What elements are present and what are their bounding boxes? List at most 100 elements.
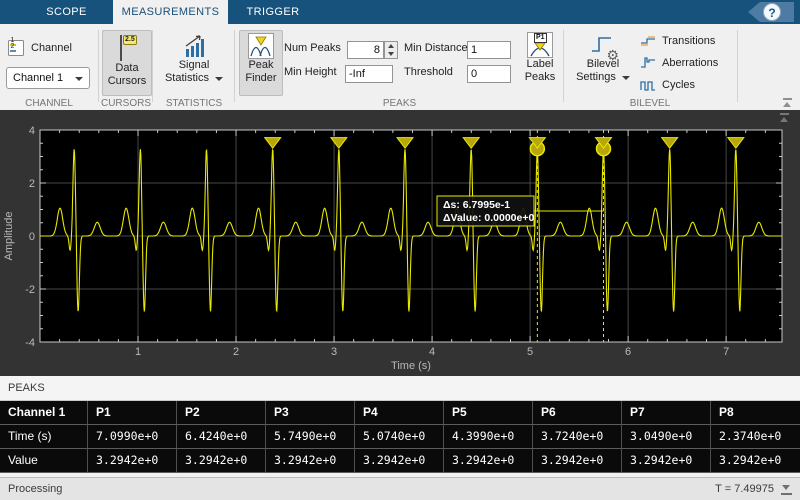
table-cell: 3.2942e+0 — [711, 449, 800, 473]
table-cell: 3.2942e+0 — [355, 449, 444, 473]
peak-finder-button[interactable]: Peak Finder — [239, 30, 283, 96]
peaks-table: Channel 1 P1 P2 P3 P4 P5 P6 P7 P8 Time (s) 7.0990e… — [0, 401, 800, 473]
aberrations-label: Aberrations — [662, 57, 719, 69]
transitions-toggle[interactable]: Transitions — [640, 32, 715, 50]
simulation-time: T = 7.49975 — [715, 483, 774, 495]
min-height-input[interactable] — [345, 65, 393, 83]
p1-badge: P1 — [534, 33, 547, 43]
table-peak-header: P1 — [88, 401, 177, 425]
table-cell: 3.2942e+0 — [622, 449, 711, 473]
signal-statistics-button[interactable]: Signal Statistics — [158, 30, 230, 94]
data-cursors-label-2: Cursors — [107, 75, 147, 87]
svg-text:4: 4 — [29, 125, 35, 137]
min-distance-input[interactable] — [467, 41, 511, 59]
data-cursors-button[interactable]: 2.5 Data Cursors — [102, 30, 152, 96]
scope-plot-panel: 1 2 3 4 5 6 7 4 2 0 -2 -4 Time (s) Amplitude Δs: 6.799… — [0, 110, 800, 376]
min-distance-label: Min Distance — [404, 42, 468, 54]
peak-finder-label-2: Finder — [245, 72, 277, 84]
table-peak-header: P5 — [444, 401, 533, 425]
table-cell: 3.2942e+0 — [266, 449, 355, 473]
threshold-label: Threshold — [404, 66, 453, 78]
section-divider — [234, 30, 235, 102]
measurements-ribbon: 1 2 Channel Channel 1 CHANNEL 2.5 Data C… — [0, 24, 800, 110]
x-axis-title: Time (s) — [391, 360, 431, 372]
svg-text:6: 6 — [625, 346, 631, 358]
signal-statistics-label-1: Signal — [178, 59, 210, 71]
y-axis-title: Amplitude — [3, 212, 15, 261]
table-cell: 4.3990e+0 — [444, 425, 533, 449]
data-cursors-label-1: Data — [115, 62, 139, 74]
channel-select-value: Channel 1 — [13, 72, 64, 84]
svg-text:1: 1 — [135, 346, 141, 358]
svg-text:0: 0 — [29, 231, 35, 243]
status-text: Processing — [8, 483, 63, 495]
svg-text:2: 2 — [233, 346, 239, 358]
svg-text:7: 7 — [723, 346, 729, 358]
table-cell: 2.3740e+0 — [711, 425, 800, 449]
section-divider — [737, 30, 738, 102]
signal-statistics-label-2: Statistics — [164, 72, 209, 84]
section-label-channel: CHANNEL — [25, 98, 73, 109]
num-peaks-input[interactable] — [347, 41, 384, 59]
toolstrip-tabbar: SCOPE MEASUREMENTS TRIGGER ? — [0, 0, 800, 24]
threshold-input[interactable] — [467, 65, 511, 83]
peak-finder-label-1: Peak — [248, 59, 274, 71]
spinner-up-icon[interactable] — [385, 42, 397, 50]
transitions-label: Transitions — [662, 35, 716, 47]
scroll-to-end-icon[interactable] — [781, 484, 792, 495]
help-icon: ? — [763, 3, 781, 21]
peaks-panel-header[interactable]: PEAKS — [0, 376, 800, 401]
scope-window: SCOPE MEASUREMENTS TRIGGER ? 1 2 Channel… — [0, 0, 800, 500]
svg-text:-2: -2 — [25, 284, 35, 296]
svg-text:3: 3 — [331, 346, 337, 358]
tab-scope[interactable]: SCOPE — [20, 0, 113, 24]
section-label-bilevel: BILEVEL — [629, 98, 671, 109]
table-channel-header: Channel 1 — [0, 401, 88, 425]
channel-label: Channel — [31, 42, 72, 54]
table-cell: 5.0740e+0 — [355, 425, 444, 449]
bilevel-settings-button[interactable]: ⚙ Bilevel Settings — [572, 30, 634, 94]
collapse-plot-button[interactable] — [779, 113, 791, 123]
svg-text:-4: -4 — [25, 337, 35, 349]
aberrations-toggle[interactable]: Aberrations — [640, 54, 718, 72]
svg-text:ΔValue: 0.0000e+0: ΔValue: 0.0000e+0 — [443, 212, 534, 224]
gear-icon: ⚙ — [606, 47, 619, 63]
num-peaks-stepper[interactable] — [384, 41, 398, 59]
table-cell: 7.0990e+0 — [88, 425, 177, 449]
collapse-ribbon-button[interactable] — [782, 98, 794, 108]
chevron-down-icon — [215, 77, 224, 81]
aberrations-icon — [641, 57, 655, 68]
section-label-cursors: CURSORS — [100, 98, 151, 109]
table-cell: 3.2942e+0 — [177, 449, 266, 473]
tab-trigger[interactable]: TRIGGER — [228, 0, 318, 24]
cycles-icon — [640, 81, 655, 91]
section-label-statistics: STATISTICS — [165, 98, 223, 109]
peaks-panel-title: PEAKS — [8, 382, 45, 394]
svg-text:5: 5 — [527, 346, 533, 358]
table-cell: 3.2942e+0 — [88, 449, 177, 473]
svg-text:4: 4 — [429, 346, 435, 358]
section-divider — [152, 30, 153, 102]
peak-finder-icon — [248, 33, 274, 59]
bilevel-settings-icon: ⚙ — [590, 32, 619, 62]
svg-text:2: 2 — [29, 178, 35, 190]
label-peaks-icon: P1 — [527, 32, 553, 58]
help-button[interactable]: ? — [748, 2, 794, 22]
section-label-peaks: PEAKS — [382, 98, 417, 109]
table-cell: 6.4240e+0 — [177, 425, 266, 449]
cycles-toggle[interactable]: Cycles — [640, 76, 695, 94]
cursor-badge: 2.5 — [123, 35, 137, 45]
table-cell: 3.2942e+0 — [533, 449, 622, 473]
tab-measurements[interactable]: MEASUREMENTS — [113, 0, 228, 24]
table-cell: 5.7490e+0 — [266, 425, 355, 449]
bilevel-settings-label-2: Settings — [576, 71, 616, 83]
signal-statistics-icon — [185, 35, 204, 57]
table-peak-header: P8 — [711, 401, 800, 425]
label-peaks-button[interactable]: P1 Label Peaks — [519, 30, 561, 94]
scope-plot[interactable]: 1 2 3 4 5 6 7 4 2 0 -2 -4 Time (s) Amplitude Δs: 6.799… — [0, 110, 800, 376]
label-peaks-label-2: Peaks — [524, 71, 556, 83]
cycles-label: Cycles — [662, 79, 696, 91]
channel-select[interactable]: Channel 1 — [6, 67, 90, 89]
transitions-icon — [641, 36, 655, 46]
spinner-down-icon[interactable] — [385, 50, 397, 58]
